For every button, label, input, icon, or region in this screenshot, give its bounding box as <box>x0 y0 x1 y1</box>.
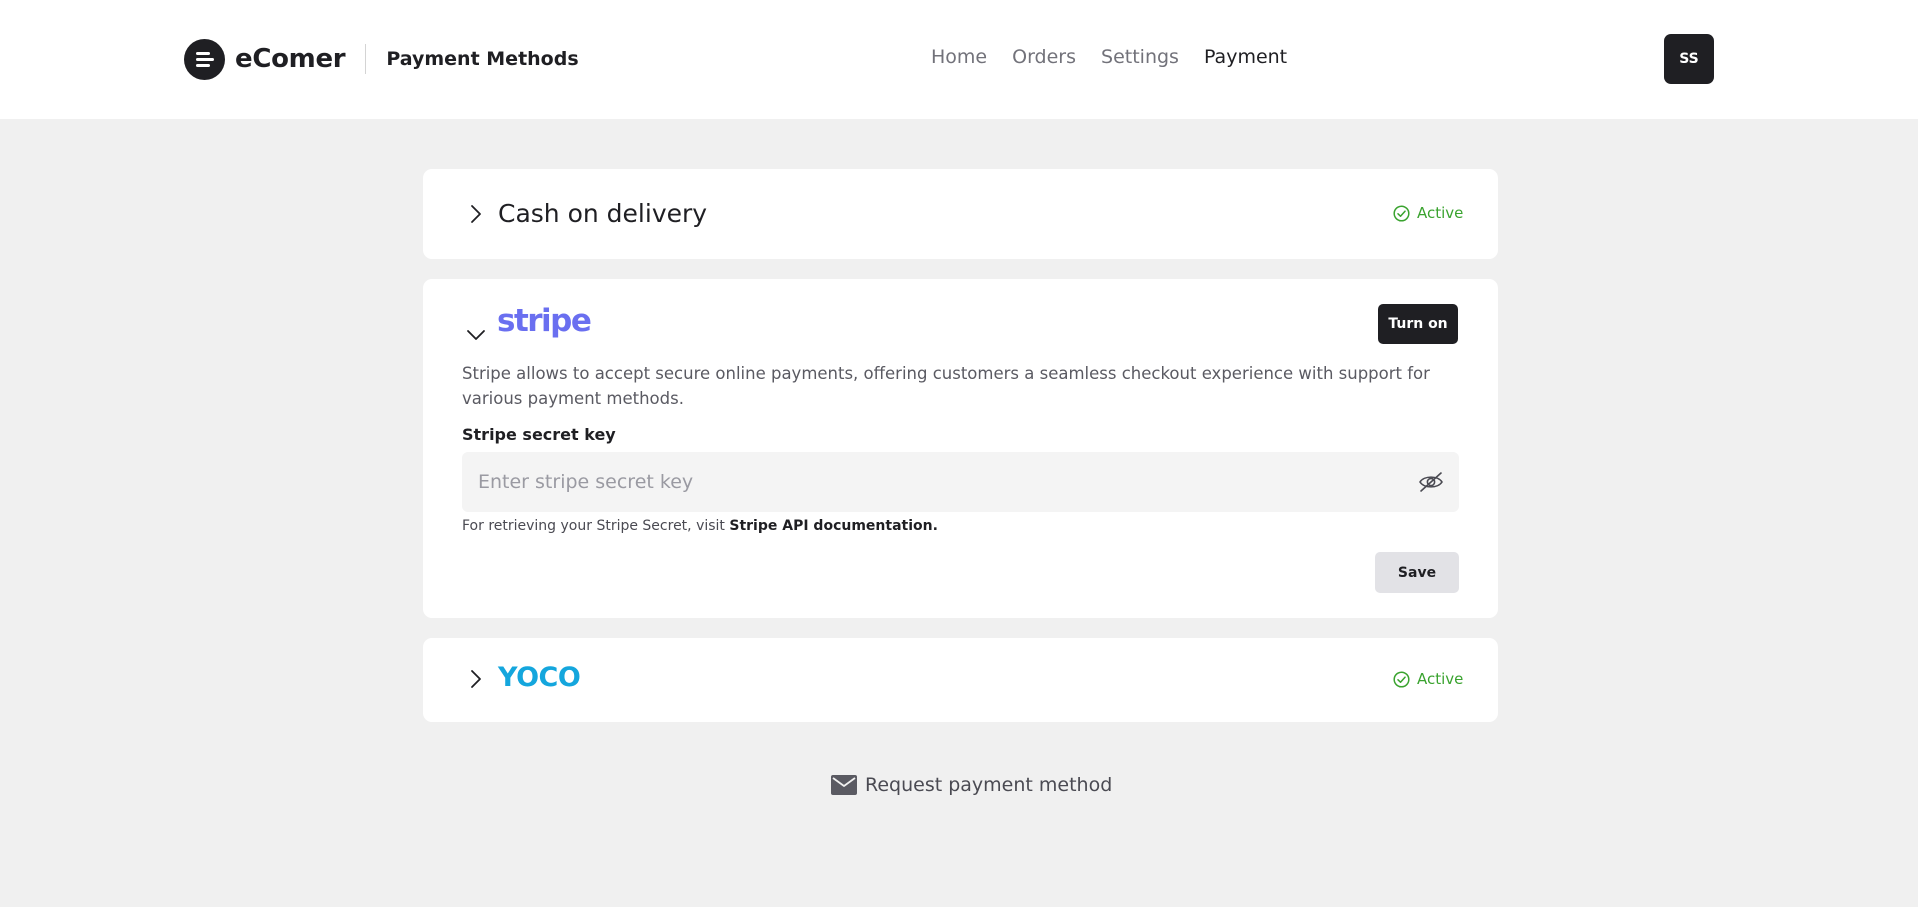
stripe-api-docs-link[interactable]: Stripe API documentation. <box>729 518 938 534</box>
request-payment-method-link[interactable]: Request payment method <box>831 774 1112 796</box>
yoco-status-badge: Active <box>1393 670 1463 688</box>
top-header: eComer Payment Methods Home Orders Setti… <box>0 0 1918 119</box>
nav-settings[interactable]: Settings <box>1101 46 1179 68</box>
mail-icon <box>831 775 857 795</box>
cod-status-text: Active <box>1417 204 1464 222</box>
brand-divider <box>365 44 367 74</box>
stripe-secret-field <box>462 452 1459 512</box>
stripe-description: Stripe allows to accept secure online pa… <box>462 364 1430 408</box>
check-circle-icon <box>1393 670 1410 688</box>
user-avatar[interactable]: SS <box>1664 34 1714 84</box>
yoco-status-text: Active <box>1417 670 1464 688</box>
nav-orders[interactable]: Orders <box>1012 46 1076 68</box>
brand[interactable]: eComer Payment Methods <box>184 38 579 80</box>
cod-title: Cash on delivery <box>498 199 708 228</box>
payment-method-yoco: YOCO Active <box>423 638 1498 722</box>
stripe-save-button[interactable]: Save <box>1375 552 1459 593</box>
chevron-right-icon[interactable] <box>465 668 487 690</box>
stripe-help-prefix: For retrieving your Stripe Secret, visit <box>462 518 730 534</box>
stripe-help-text: For retrieving your Stripe Secret, visit… <box>462 518 938 534</box>
nav-payment[interactable]: Payment <box>1204 46 1287 68</box>
yoco-logo: YOCO <box>498 662 581 693</box>
request-payment-method-label: Request payment method <box>865 774 1113 796</box>
stripe-logo: stripe <box>497 303 592 339</box>
brand-name: eComer <box>235 44 346 74</box>
nav-home[interactable]: Home <box>931 46 987 68</box>
stripe-secret-input[interactable] <box>462 452 1459 512</box>
payment-method-stripe: stripe Turn on Stripe allows to accept s… <box>423 279 1498 618</box>
page-title: Payment Methods <box>386 48 579 70</box>
cod-status-badge: Active <box>1393 204 1463 222</box>
check-circle-icon <box>1393 204 1410 222</box>
ecomer-logo-icon <box>184 38 225 80</box>
eye-off-icon[interactable] <box>1417 470 1445 494</box>
stripe-secret-label: Stripe secret key <box>462 425 616 444</box>
main-nav: Home Orders Settings Payment <box>931 46 1287 68</box>
chevron-down-icon[interactable] <box>465 324 487 346</box>
chevron-right-icon[interactable] <box>465 203 487 225</box>
stripe-turn-on-button[interactable]: Turn on <box>1378 304 1458 344</box>
payment-method-cod: Cash on delivery Active <box>423 169 1498 259</box>
